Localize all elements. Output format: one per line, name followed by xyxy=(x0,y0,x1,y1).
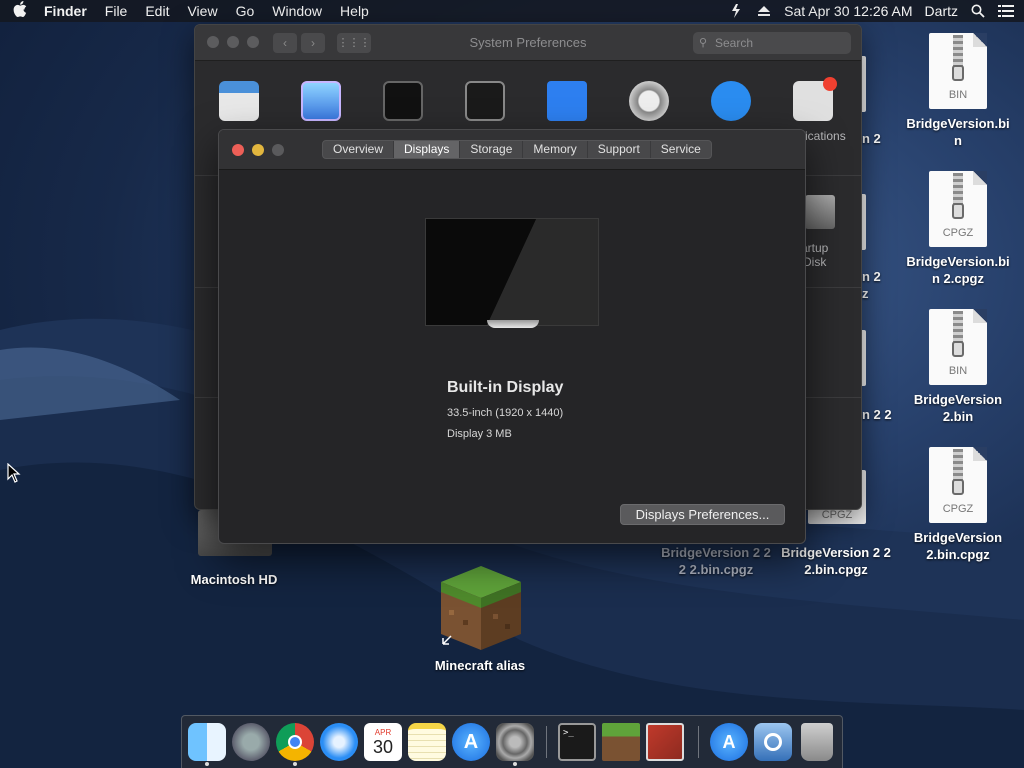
close-button[interactable] xyxy=(232,144,244,156)
notes-icon[interactable] xyxy=(408,723,446,761)
file-label: BridgeVersion.bi n 2.cpgz xyxy=(906,254,1010,286)
zip-document-icon: BIN xyxy=(929,309,987,385)
startup-disk-icon[interactable] xyxy=(805,195,835,229)
zip-document-icon: BIN xyxy=(929,33,987,109)
dock: APR 30 A >_ A xyxy=(181,715,843,768)
spotlight-pref-icon[interactable] xyxy=(711,81,751,121)
tab-memory[interactable]: Memory xyxy=(523,141,588,158)
partial-file-label: n 2 xyxy=(862,269,881,284)
menu-go[interactable]: Go xyxy=(227,3,264,19)
preference-icons-row xyxy=(219,77,837,121)
file-label-bridgeversion-222[interactable]: BridgeVersion 2 22 2.bin.cpgz xyxy=(656,544,776,578)
zoom-button[interactable] xyxy=(272,144,284,156)
menu-file[interactable]: File xyxy=(96,3,137,19)
menu-clock[interactable]: Sat Apr 30 12:26 AM xyxy=(784,3,912,19)
partial-file-label: n 2 xyxy=(862,131,881,146)
tab-service[interactable]: Service xyxy=(651,141,711,158)
safari-icon[interactable] xyxy=(320,723,358,761)
file-label: BridgeVersion 2.bin xyxy=(913,392,1003,424)
script-icon[interactable] xyxy=(728,3,744,19)
dock-pref-icon[interactable] xyxy=(383,81,423,121)
file-label: BridgeVersion 2.bin.cpgz xyxy=(913,530,1003,562)
zip-document-icon: CPGZ xyxy=(929,171,987,247)
language-region-pref-icon[interactable] xyxy=(547,81,587,121)
tab-overview[interactable]: Overview xyxy=(323,141,395,158)
notifications-label: ications xyxy=(805,129,846,143)
app-store-icon[interactable]: A xyxy=(452,723,490,761)
photo-booth-icon[interactable] xyxy=(646,723,684,761)
display-memory: Display 3 MB xyxy=(447,428,512,440)
launchpad-icon[interactable] xyxy=(232,723,270,761)
spotlight-icon[interactable] xyxy=(970,3,986,19)
menu-bar: Finder File Edit View Go Window Help Sat… xyxy=(0,0,1024,22)
about-this-mac-window[interactable]: Overview Displays Storage Memory Support… xyxy=(218,129,806,544)
tab-support[interactable]: Support xyxy=(588,141,651,158)
minecraft-grass-block-icon[interactable] xyxy=(441,566,521,650)
desktop-file-bridgeversion-2-bin[interactable]: BIN BridgeVersion 2.bin xyxy=(898,309,1018,425)
menu-edit[interactable]: Edit xyxy=(136,3,178,19)
desktop-file-bridgeversion-bin[interactable]: BIN BridgeVersion.bi n xyxy=(898,33,1018,149)
applications-folder-icon[interactable]: A xyxy=(710,723,748,761)
partial-file-label: z xyxy=(862,286,869,301)
menu-view[interactable]: View xyxy=(178,3,226,19)
partial-file-label: n 2 2 xyxy=(862,407,892,422)
notifications-pref-icon[interactable] xyxy=(793,77,837,121)
segmented-tabs: Overview Displays Storage Memory Support… xyxy=(322,140,712,159)
tab-displays[interactable]: Displays xyxy=(394,141,461,158)
menu-user[interactable]: Dartz xyxy=(925,3,958,19)
utility-icon[interactable] xyxy=(754,723,792,761)
macintosh-hd-label[interactable]: Macintosh HD xyxy=(174,572,294,587)
minimize-button[interactable] xyxy=(252,144,264,156)
desktop-screensaver-pref-icon[interactable] xyxy=(301,81,341,121)
search-input[interactable]: ⚲ Search xyxy=(693,32,851,54)
general-pref-icon[interactable] xyxy=(219,81,259,121)
search-icon: ⚲ xyxy=(699,37,708,49)
control-center-icon[interactable] xyxy=(998,3,1014,19)
system-preferences-titlebar[interactable]: ‹ › ⋮⋮⋮ System Preferences ⚲ Search xyxy=(195,25,861,61)
trash-icon[interactable] xyxy=(801,723,833,761)
display-spec: 33.5-inch (1920 x 1440) xyxy=(447,407,564,419)
eject-icon[interactable] xyxy=(756,3,772,19)
chrome-icon[interactable] xyxy=(276,723,314,761)
finder-icon[interactable] xyxy=(188,723,226,761)
security-privacy-pref-icon[interactable] xyxy=(629,81,669,121)
menu-finder[interactable]: Finder xyxy=(40,3,96,19)
calendar-icon[interactable]: APR 30 xyxy=(364,723,402,761)
display-monitor-icon xyxy=(425,218,599,328)
menu-window[interactable]: Window xyxy=(263,3,331,19)
system-preferences-icon[interactable] xyxy=(496,723,534,761)
desktop-file-bridgeversion-2-bin-cpgz[interactable]: CPGZ BridgeVersion 2.bin.cpgz xyxy=(898,447,1018,563)
displays-preferences-button[interactable]: Displays Preferences... xyxy=(620,504,785,525)
terminal-icon[interactable]: >_ xyxy=(558,723,596,761)
about-this-mac-titlebar[interactable]: Overview Displays Storage Memory Support… xyxy=(219,130,805,170)
mouse-cursor-icon xyxy=(7,463,21,483)
minecraft-alias-label[interactable]: Minecraft alias xyxy=(415,658,545,673)
file-label-bridgeversion-22[interactable]: BridgeVersion 2 2 2.bin.cpgz xyxy=(776,544,896,578)
desktop-file-bridgeversion-bin-2-cpgz[interactable]: CPGZ BridgeVersion.bi n 2.cpgz xyxy=(898,171,1018,287)
file-label: BridgeVersion.bi n xyxy=(906,116,1010,148)
display-name: Built-in Display xyxy=(447,379,564,396)
tab-storage[interactable]: Storage xyxy=(460,141,524,158)
minecraft-icon[interactable] xyxy=(602,723,640,761)
zip-document-icon: CPGZ xyxy=(929,447,987,523)
menu-help[interactable]: Help xyxy=(331,3,378,19)
mission-control-pref-icon[interactable] xyxy=(465,81,505,121)
apple-icon[interactable] xyxy=(0,1,40,21)
